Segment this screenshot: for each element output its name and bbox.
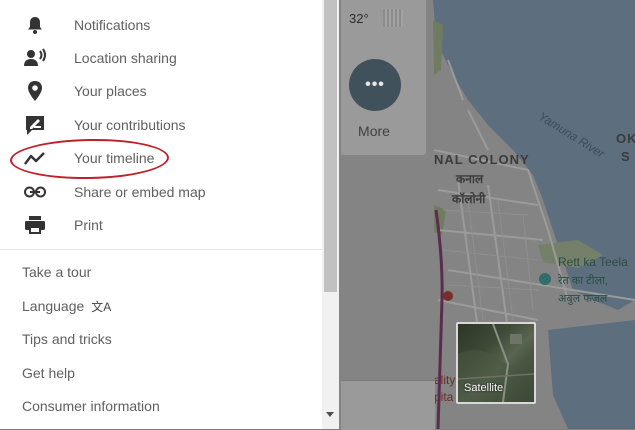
get-help-link[interactable]: Get help: [22, 365, 75, 381]
map-label-nal-colony: NAL COLONY: [434, 152, 530, 167]
map-label-rett-ka-teela: Rett ka Teela: [558, 255, 628, 269]
menu-item-your-places[interactable]: Your places: [0, 74, 322, 107]
temperature: 32°: [349, 11, 369, 26]
menu-item-print[interactable]: Print: [0, 208, 322, 241]
contributions-icon: [22, 112, 48, 138]
menu-item-label: Your places: [74, 82, 147, 99]
map-label-abul-fazal: अबुल फज़ल: [558, 293, 608, 305]
printer-icon: [22, 212, 48, 238]
bottom-panel: [341, 380, 435, 430]
scrollbar-thumb[interactable]: [324, 0, 337, 292]
menu-item-notifications[interactable]: Notifications: [0, 8, 322, 41]
map-label-rett-hindi: रेत का टीला,: [558, 275, 608, 287]
scroll-down-arrow-icon[interactable]: [326, 412, 334, 417]
take-a-tour-link[interactable]: Take a tour: [22, 264, 91, 280]
menu-item-label: Share or embed map: [74, 183, 206, 200]
location-sharing-icon: [22, 45, 48, 71]
more-button[interactable]: •••: [349, 59, 401, 111]
menu-item-label: Location sharing: [74, 49, 177, 66]
map-label-ality: ality: [434, 373, 456, 387]
menu-item-label: Notifications: [74, 16, 151, 33]
menu-item-label: Your contributions: [74, 116, 186, 133]
map-label-kaloni: कॉलोनी: [452, 192, 486, 206]
menu-item-location-sharing[interactable]: Location sharing: [0, 41, 322, 74]
menu-item-label: Print: [74, 216, 103, 233]
language-link[interactable]: Language 文A: [22, 298, 111, 315]
weather-icon: [383, 9, 403, 27]
menu-divider: [0, 249, 322, 250]
weather-card: 32° ••• More: [341, 0, 426, 155]
consumer-information-link[interactable]: Consumer information: [22, 398, 160, 414]
menu-item-your-contributions[interactable]: Your contributions: [0, 108, 322, 141]
map-label-s: S: [621, 149, 630, 164]
side-menu: Notifications Location sharing Your plac…: [0, 0, 322, 429]
language-label: Language: [22, 298, 85, 314]
translate-icon: 文A: [91, 300, 112, 314]
more-label: More: [358, 123, 390, 139]
bell-icon: [22, 12, 48, 38]
tips-and-tricks-link[interactable]: Tips and tricks: [22, 331, 112, 347]
pin-icon: [22, 78, 48, 104]
map-label-ok: OK: [616, 131, 635, 146]
satellite-label: Satellite: [464, 382, 504, 394]
map-label-pita: pita: [434, 390, 454, 404]
menu-item-share-or-embed-map[interactable]: Share or embed map: [0, 175, 322, 208]
satellite-layer-button[interactable]: Satellite: [456, 322, 536, 404]
map-label-kanal: कनाल: [456, 172, 484, 186]
link-icon: [22, 179, 48, 205]
more-dots-icon: •••: [365, 76, 385, 93]
